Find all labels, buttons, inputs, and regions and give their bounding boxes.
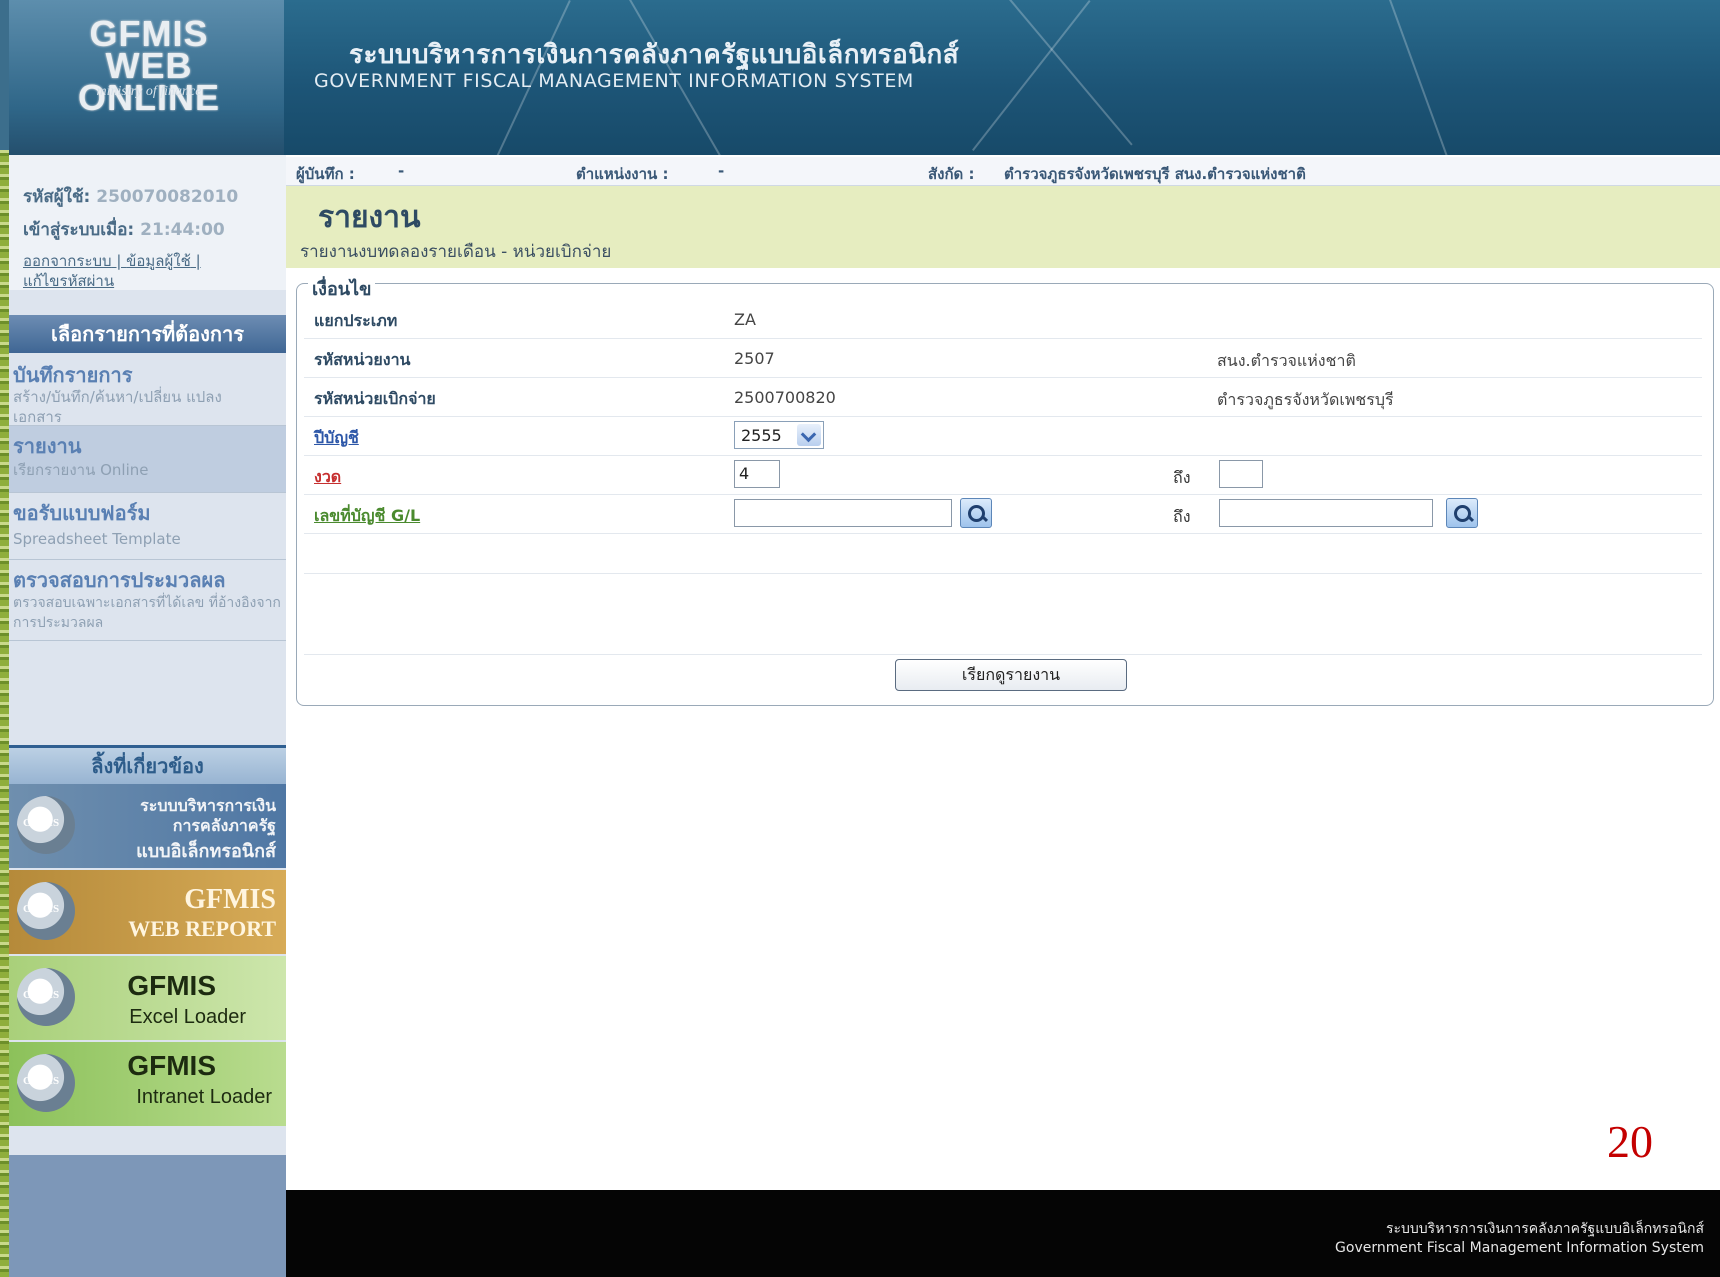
footer-line-en: Government Fiscal Management Information… <box>1335 1240 1704 1256</box>
gl-from-search-icon[interactable] <box>960 498 992 528</box>
position-value: - <box>718 162 725 180</box>
user-id-value: 250070082010 <box>96 187 239 207</box>
disb-label: รหัสหน่วยเบิกจ่าย <box>314 389 436 408</box>
period-from-input[interactable]: 4 <box>734 460 780 488</box>
banner-web-report[interactable]: GFMIS GFMIS WEB REPORT <box>9 870 286 954</box>
recorder-value: - <box>398 162 405 180</box>
sidebar-item-sub: Spreadsheet Template <box>13 530 181 548</box>
footer: ระบบบริหารการเงินการคลังภาครัฐแบบอิเล็กท… <box>286 1190 1720 1277</box>
banner-excel-loader[interactable]: GFMIS GFMIS Excel Loader <box>9 956 286 1040</box>
page-title-band: รายงาน รายงานงบทดลองรายเดือน - หน่วยเบิก… <box>286 186 1720 268</box>
sidebar-item-title: รายงาน <box>13 434 82 458</box>
slide-number: 20 <box>1607 1116 1653 1167</box>
period-to-input[interactable] <box>1219 460 1263 488</box>
row-spacer <box>304 574 1702 655</box>
affiliation-value: ตำรวจภูธรจังหวัดเพชรบุรี สนง.ตำรวจแห่งชา… <box>1004 165 1306 183</box>
logo-sub: ministry of finance <box>96 84 202 99</box>
banner-line1: GFMIS <box>127 970 216 1001</box>
gl-from-input[interactable] <box>734 499 952 527</box>
gl-label[interactable]: เลขที่บัญชี G/L <box>314 504 420 529</box>
sidebar-item-title: ขอรับแบบฟอร์ม <box>13 501 151 525</box>
affiliation-label: สังกัด : <box>928 165 975 183</box>
change-password-link[interactable]: แก้ไขรหัสผ่าน <box>23 269 114 293</box>
year-label[interactable]: ปีบัญชี <box>314 426 359 451</box>
row-fiscal-year: ปีบัญชี 2555 <box>304 417 1702 456</box>
category-label: แยกประเภท <box>314 311 398 330</box>
sidebar: รหัสผู้ใช้: 250070082010 เข้าสู่ระบบเมื่… <box>9 155 286 1277</box>
banner-line2: Excel Loader <box>129 1006 246 1028</box>
login-time-value: 21:44:00 <box>140 220 225 240</box>
sidebar-item-process-check[interactable]: ตรวจสอบการประมวลผล ตรวจสอบเฉพาะเอกสารที่… <box>9 560 286 641</box>
run-report-button[interactable]: เรียกดูรายงาน <box>895 659 1127 691</box>
sidebar-item-forms[interactable]: ขอรับแบบฟอร์ม Spreadsheet Template <box>9 493 286 560</box>
disb-code: 2500700820 <box>734 388 836 407</box>
dept-label: รหัสหน่วยงาน <box>314 350 411 369</box>
sidebar-item-sub: ตรวจสอบเฉพาะเอกสารที่ได้เลข ที่อ้างอิงจา… <box>13 595 281 631</box>
period-to-label: ถึง <box>1173 468 1191 487</box>
chevron-down-icon[interactable] <box>797 424 821 446</box>
gl-to-label: ถึง <box>1173 507 1191 526</box>
dept-name: สนง.ตำรวจแห่งชาติ <box>1217 351 1356 370</box>
related-links-heading: ลิ้งที่เกี่ยวข้อง <box>9 745 286 784</box>
criteria-legend: เงื่อนไข <box>308 274 376 303</box>
gfmis-emblem-icon: GFMIS <box>17 968 75 1026</box>
system-title-th: ระบบบริหารการเงินการคลังภาครัฐแบบอิเล็กท… <box>349 40 960 70</box>
gfmis-emblem-icon: GFMIS <box>17 882 75 940</box>
page-subtitle: รายงานงบทดลองรายเดือน - หน่วยเบิกจ่าย <box>300 242 612 262</box>
system-title-en: GOVERNMENT FISCAL MANAGEMENT INFORMATION… <box>314 70 914 92</box>
row-period: งวด 4 ถึง <box>304 456 1702 495</box>
user-infobar: ผู้บันทึก : - ตำแหน่งงาน : - สังกัด : ตำ… <box>286 157 1720 186</box>
row-gl-account: เลขที่บัญชี G/L ถึง <box>304 495 1702 534</box>
gfmis-logo[interactable]: GFMIS WEB ONLINE ministry of finance <box>9 0 284 155</box>
user-id-label: รหัสผู้ใช้: <box>23 187 91 207</box>
logo-line2: WEB ONLINE <box>77 45 220 118</box>
login-time-label: เข้าสู่ระบบเมื่อ: <box>23 220 135 240</box>
row-category: แยกประเภท ZA <box>304 300 1702 339</box>
sidebar-item-report[interactable]: รายงาน เรียกรายงาน Online <box>9 426 286 493</box>
footer-line-th: ระบบบริหารการเงินการคลังภาครัฐแบบอิเล็กท… <box>1385 1221 1704 1237</box>
decorative-strip <box>0 0 9 1277</box>
user-id-row: รหัสผู้ใช้: 250070082010 <box>23 183 238 210</box>
sidebar-heading: เลือกรายการที่ต้องการ <box>9 315 286 353</box>
sidebar-footer <box>9 1155 286 1277</box>
row-department: รหัสหน่วยงาน 2507 สนง.ตำรวจแห่งชาติ <box>304 339 1702 378</box>
sidebar-item-sub: เรียกรายงาน Online <box>13 461 149 479</box>
decorative-strip-top <box>0 0 9 150</box>
dept-code: 2507 <box>734 349 775 368</box>
logout-link[interactable]: ออกจากระบบ <box>23 252 112 270</box>
sidebar-item-sub: สร้าง/บันทึก/ค้นหา/เปลี่ยน แปลง เอกสาร <box>13 388 222 426</box>
page-title: รายงาน <box>318 200 421 235</box>
sidebar-item-record[interactable]: บันทึกรายการ สร้าง/บันทึก/ค้นหา/เปลี่ยน … <box>9 355 286 426</box>
banner-line2: Intranet Loader <box>136 1086 272 1108</box>
banner-intranet-loader[interactable]: GFMIS GFMIS Intranet Loader <box>9 1042 286 1126</box>
banner-line1: GFMIS <box>184 884 276 915</box>
banner-line1: GFMIS <box>127 1050 216 1081</box>
banner-line3: แบบอิเล็กทรอนิกส์ <box>136 841 276 862</box>
sidebar-item-title: ตรวจสอบการประมวลผล <box>13 568 226 592</box>
gfmis-emblem-icon: GFMIS <box>17 1054 75 1112</box>
gfmis-emblem-icon: GFMIS <box>17 796 75 854</box>
banner-gfmis-thai[interactable]: GFMIS ระบบบริหารการเงิน การคลังภาครัฐ แบ… <box>9 784 286 868</box>
gl-to-search-icon[interactable] <box>1446 498 1478 528</box>
row-disbursement-unit: รหัสหน่วยเบิกจ่าย 2500700820 ตำรวจภูธรจั… <box>304 378 1702 417</box>
year-select-value: 2555 <box>741 426 782 445</box>
period-label[interactable]: งวด <box>314 465 341 490</box>
year-select[interactable]: 2555 <box>734 421 824 449</box>
row-spacer <box>304 535 1702 574</box>
app-header: GFMIS WEB ONLINE ministry of finance ระบบ… <box>9 0 1720 155</box>
category-value: ZA <box>734 310 756 329</box>
user-info: รหัสผู้ใช้: 250070082010 เข้าสู่ระบบเมื่… <box>9 155 286 290</box>
gl-to-input[interactable] <box>1219 499 1433 527</box>
login-time-row: เข้าสู่ระบบเมื่อ: 21:44:00 <box>23 216 225 243</box>
position-label: ตำแหน่งงาน : <box>576 165 669 183</box>
recorder-label: ผู้บันทึก : <box>296 165 355 183</box>
disb-name: ตำรวจภูธรจังหวัดเพชรบุรี <box>1217 390 1394 409</box>
banner-line2: WEB REPORT <box>128 916 276 941</box>
profile-link[interactable]: ข้อมูลผู้ใช้ <box>126 252 191 270</box>
